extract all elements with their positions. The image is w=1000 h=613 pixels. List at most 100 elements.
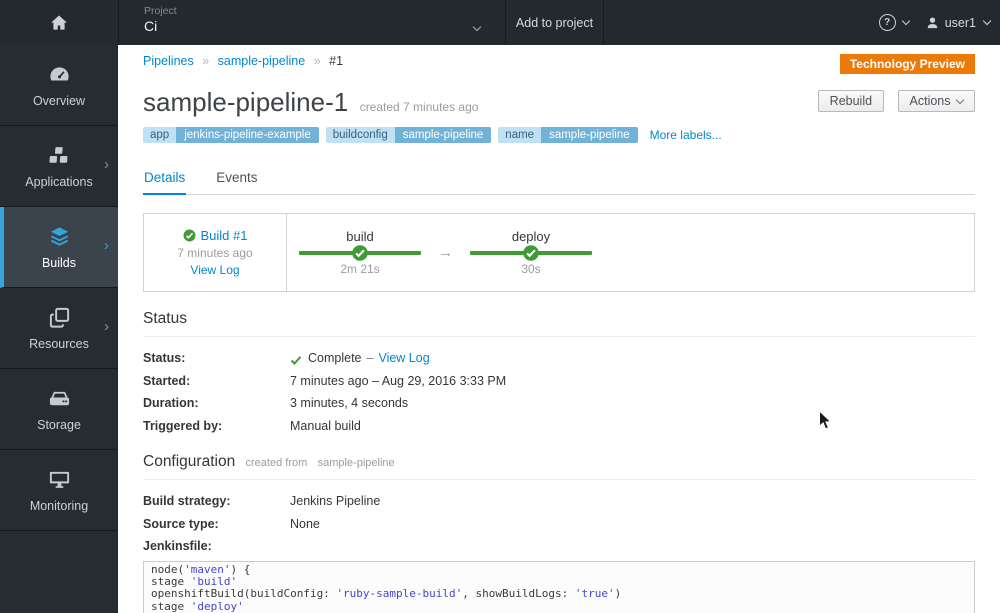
configuration-section-heading: Configuration created from sample-pipeli…: [143, 453, 975, 480]
chevron-right-icon: ›: [104, 317, 109, 335]
rebuild-button[interactable]: Rebuild: [817, 90, 885, 112]
build-strategy-label: Build strategy:: [143, 494, 231, 508]
triggered-by-label: Triggered by:: [143, 418, 223, 433]
home-icon: [51, 15, 67, 30]
view-log-link[interactable]: View Log: [190, 263, 239, 277]
labels-row: app jenkins-pipeline-example buildconfig…: [143, 127, 975, 143]
duration-label: Duration:: [143, 396, 199, 410]
sidebar-item-storage[interactable]: Storage: [0, 369, 118, 450]
dashboard-icon: [48, 63, 71, 94]
triggered-by-value: Manual build: [290, 418, 361, 433]
sidebar-item-resources[interactable]: Resources ›: [0, 288, 118, 369]
chevron-down-icon: [471, 19, 482, 37]
sidebar-item-applications[interactable]: Applications ›: [0, 126, 118, 207]
pipeline-build-summary: Build #1 7 minutes ago View Log: [144, 214, 287, 291]
build-age: 7 minutes ago: [177, 246, 253, 260]
started-label: Started:: [143, 373, 191, 388]
source-type-label: Source type:: [143, 516, 219, 531]
breadcrumb-pipeline-link[interactable]: sample-pipeline: [218, 54, 306, 68]
build-number-link[interactable]: Build #1: [201, 228, 248, 243]
home-button[interactable]: [0, 0, 119, 45]
openshift-console: Project Ci Add to project ? user1 Overvi…: [0, 0, 1000, 613]
jenkinsfile-code-block[interactable]: node('maven') {stage 'build' openshiftBui…: [143, 560, 975, 613]
stage-arrow-icon: →: [438, 244, 453, 261]
configuration-heading-text: Configuration: [143, 453, 236, 470]
label-value: sample-pipeline: [541, 127, 638, 143]
triggered-by-row: Triggered by: Manual build: [143, 418, 975, 436]
breadcrumb-separator: »: [202, 54, 210, 68]
label-tag: buildconfig sample-pipeline: [325, 127, 492, 143]
label-key: app: [143, 127, 177, 143]
stage-duration: 2m 21s: [340, 262, 380, 276]
sidebar: Overview Applications › Builds › Resourc…: [0, 45, 118, 613]
cubes-icon: [48, 144, 71, 175]
chevron-down-icon: [982, 16, 992, 25]
created-from-link[interactable]: sample-pipeline: [318, 457, 395, 469]
stage-progress-line: [299, 245, 421, 261]
created-timestamp: created 7 minutes ago: [359, 100, 479, 114]
user-menu[interactable]: user1: [925, 15, 992, 30]
status-text: Complete: [308, 351, 362, 365]
build-strategy-row: Build strategy: Jenkins Pipeline: [143, 493, 975, 511]
sidebar-item-label: Resources: [29, 336, 89, 351]
tab-events[interactable]: Events: [215, 166, 258, 194]
status-value: Complete – View Log: [290, 350, 430, 368]
stage-name: build: [346, 229, 374, 244]
pipeline-stages: build 2m 21s → deploy 30s: [287, 214, 974, 291]
check-circle-icon: [183, 229, 195, 242]
chevron-right-icon: ›: [104, 155, 109, 173]
project-selector[interactable]: Project Ci: [119, 0, 505, 45]
sidebar-item-label: Overview: [32, 93, 86, 108]
sidebar-item-label: Builds: [41, 255, 77, 270]
project-name: Ci: [144, 18, 158, 34]
status-row: Status: Complete – View Log: [143, 350, 975, 368]
sidebar-item-overview[interactable]: Overview: [0, 45, 118, 126]
view-log-link[interactable]: View Log: [378, 350, 429, 368]
stage-check-circle-icon: [352, 245, 369, 262]
header-actions: Rebuild Actions: [809, 90, 975, 112]
main-content: Pipelines » sample-pipeline » #1 Technol…: [118, 45, 1000, 613]
sidebar-item-builds[interactable]: Builds ›: [0, 207, 118, 288]
label-key: name: [498, 127, 542, 143]
sidebar-item-label: Applications: [25, 174, 93, 189]
chevron-down-icon: [901, 16, 910, 25]
check-icon: [290, 355, 302, 365]
actions-label: Actions: [909, 94, 951, 108]
top-navbar: Project Ci Add to project ? user1: [0, 0, 1000, 45]
stage-check-circle-icon: [523, 245, 540, 262]
pipeline-card: Build #1 7 minutes ago View Log build 2m…: [143, 213, 975, 292]
chevron-right-icon: ›: [104, 236, 109, 254]
label-tag: name sample-pipeline: [498, 127, 638, 143]
started-value: 7 minutes ago – Aug 29, 2016 3:33 PM: [290, 373, 507, 388]
jenkinsfile-row: Jenkinsfile:: [143, 538, 975, 556]
source-type-row: Source type: None: [143, 516, 975, 534]
label-key: buildconfig: [325, 127, 395, 143]
sidebar-item-monitoring[interactable]: Monitoring: [0, 450, 118, 531]
add-to-project-button[interactable]: Add to project: [506, 0, 603, 45]
tab-details[interactable]: Details: [143, 166, 187, 195]
more-labels-link[interactable]: More labels...: [650, 128, 722, 142]
started-row: Started: 7 minutes ago – Aug 29, 2016 3:…: [143, 373, 975, 391]
add-to-project-label: Add to project: [515, 15, 594, 30]
user-icon: [927, 17, 937, 29]
username: user1: [944, 15, 976, 30]
duration-row: Duration: 3 minutes, 4 seconds: [143, 395, 975, 413]
separator: –: [366, 351, 374, 365]
breadcrumb-pipelines-link[interactable]: Pipelines: [143, 54, 194, 68]
label-tag: app jenkins-pipeline-example: [143, 127, 319, 143]
duration-value: 3 minutes, 4 seconds: [290, 396, 409, 410]
pipeline-stage-deploy: deploy 30s: [470, 229, 592, 276]
build-strategy-value: Jenkins Pipeline: [290, 494, 381, 508]
builds-icon: [48, 225, 71, 256]
sidebar-item-label: Monitoring: [29, 498, 89, 513]
stage-name: deploy: [511, 229, 551, 244]
sidebar-item-label: Storage: [37, 417, 81, 432]
storage-icon: [48, 387, 71, 418]
jenkinsfile-label: Jenkinsfile:: [143, 539, 212, 553]
breadcrumb-separator: »: [313, 54, 321, 68]
actions-dropdown-button[interactable]: Actions: [897, 90, 975, 112]
topbar-divider: [603, 0, 604, 45]
status-details: Status: Complete – View Log Started: 7 m…: [143, 350, 975, 435]
help-menu[interactable]: ?: [878, 14, 910, 31]
configuration-details: Build strategy: Jenkins Pipeline Source …: [143, 493, 975, 556]
